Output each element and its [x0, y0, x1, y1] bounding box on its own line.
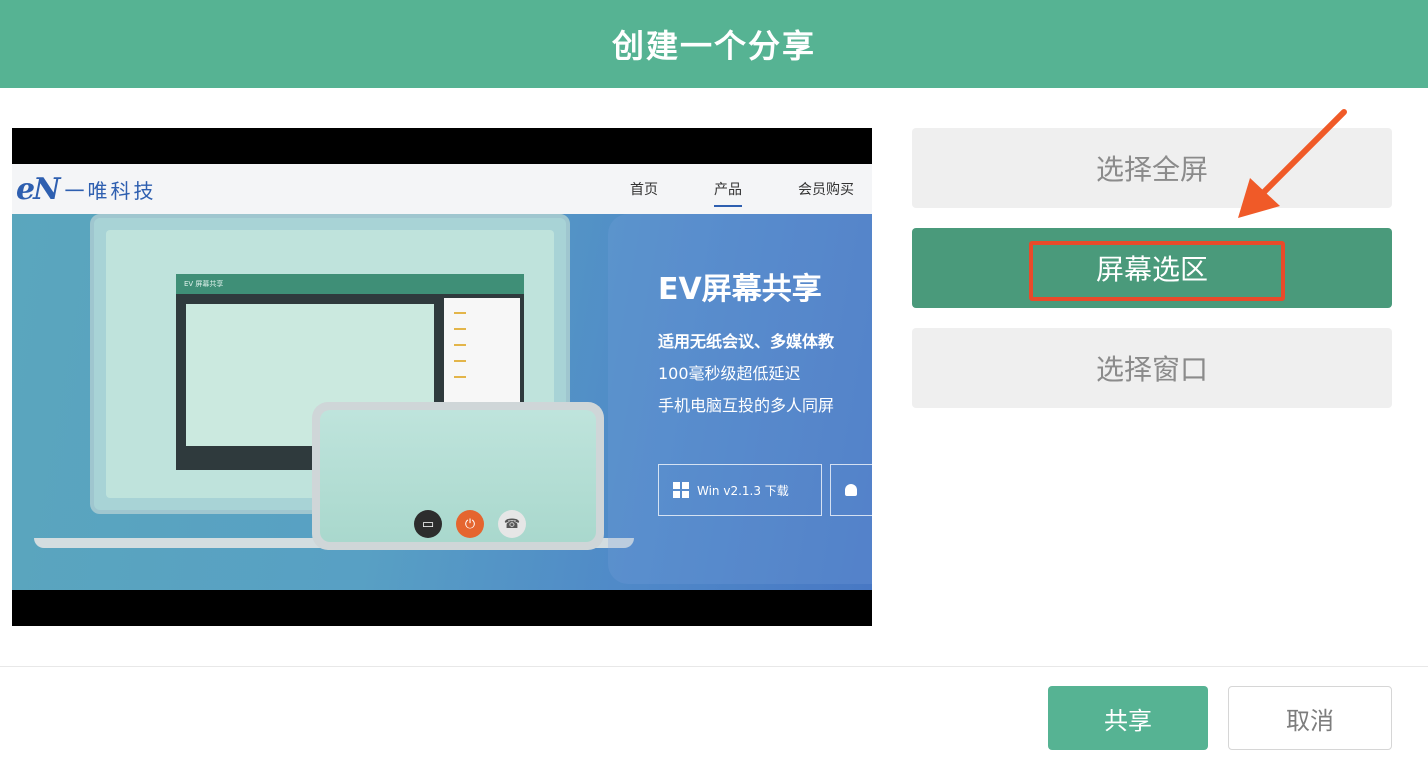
dialog-header: 创建一个分享 — [0, 0, 1428, 88]
preview-nav-home: 首页 — [630, 182, 658, 198]
ev-logo-icon: eN — [16, 171, 60, 207]
preview-site-nav: eN 一唯科技 首页 产品 会员购买 — [12, 164, 872, 214]
promo-line: 手机电脑互投的多人同屏 — [658, 396, 835, 415]
preview-windows-download-button: Win v2.1.3 下载 — [658, 464, 822, 516]
footer-divider — [0, 666, 1428, 667]
windows-icon — [673, 482, 689, 498]
cancel-button[interactable]: 取消 — [1228, 686, 1392, 750]
dialog-title: 创建一个分享 — [611, 27, 816, 65]
power-icon: ⏻ — [456, 510, 484, 538]
screen-preview: eN 一唯科技 首页 产品 会员购买 EV 屏幕共享 ▭ ⏻ ☎ EV屏幕共享 … — [12, 128, 872, 626]
create-share-dialog: 创建一个分享 eN 一唯科技 首页 产品 会员购买 EV 屏幕共享 ▭ ⏻ ☎ … — [0, 0, 1428, 762]
screen-cast-icon: ▭ — [414, 510, 442, 538]
promo-line: 100毫秒级超低延迟 — [658, 364, 801, 383]
preview-website: eN 一唯科技 首页 产品 会员购买 EV 屏幕共享 ▭ ⏻ ☎ EV屏幕共享 … — [12, 164, 872, 590]
annotation-highlight-box — [1029, 241, 1285, 301]
app-window-titlebar: EV 屏幕共享 — [176, 274, 524, 294]
preview-site-logo: eN 一唯科技 — [16, 172, 157, 207]
preview-android-download-button — [830, 464, 872, 516]
phone-screen: ▭ ⏻ ☎ — [320, 410, 596, 542]
preview-nav-membership: 会员购买 — [798, 182, 854, 198]
android-icon — [845, 484, 857, 496]
option-select-window[interactable]: 选择窗口 — [912, 328, 1392, 408]
preview-site-name: 一唯科技 — [64, 178, 157, 203]
preview-site-menu: 首页 产品 会员购买 — [630, 164, 854, 214]
phone-illustration: ▭ ⏻ ☎ — [312, 402, 604, 550]
promo-title: EV屏幕共享 — [658, 272, 822, 307]
download-label: Win v2.1.3 下载 — [697, 483, 789, 498]
annotation-arrow-icon — [1238, 109, 1347, 218]
phone-icon: ☎ — [498, 510, 526, 538]
promo-line: 适用无纸会议、多媒体教 — [658, 332, 835, 351]
preview-nav-products: 产品 — [714, 179, 742, 207]
share-button[interactable]: 共享 — [1048, 686, 1208, 750]
